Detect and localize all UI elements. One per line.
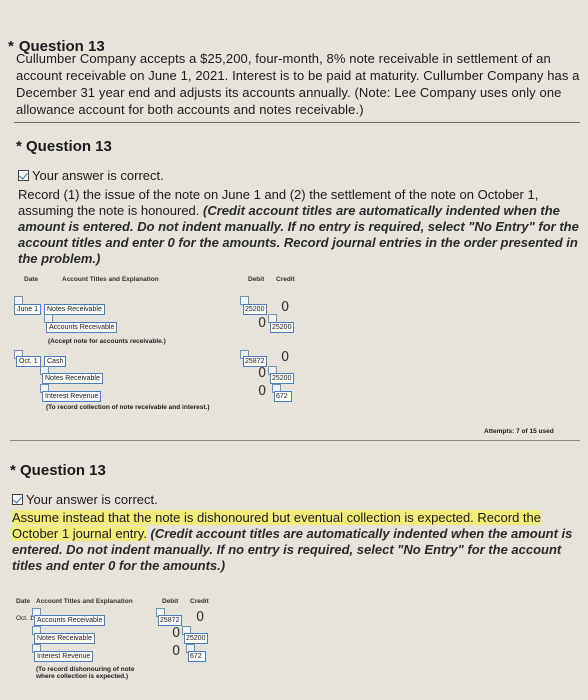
col-account-header: Account Titles and Explanation — [36, 598, 133, 605]
part1-title: * Question 13 — [16, 138, 112, 155]
col-debit-header: Debit — [248, 276, 265, 283]
date-field[interactable]: June 1 — [14, 304, 42, 315]
account-field[interactable]: Notes Receivable — [44, 304, 105, 315]
account-field[interactable]: Accounts Receivable — [34, 615, 106, 626]
col-account-header: Account Titles and Explanation — [62, 276, 159, 283]
question-text: Cullumber Company accepts a $25,200, fou… — [16, 51, 580, 117]
credit-field[interactable]: 0 — [196, 610, 204, 625]
part1-correct-status: Your answer is correct. — [18, 168, 164, 183]
debit-field[interactable]: 25200 — [243, 304, 267, 315]
divider — [10, 440, 580, 441]
divider — [14, 122, 580, 123]
credit-field[interactable]: 672 — [188, 651, 206, 662]
debit-field[interactable]: 0 — [258, 366, 266, 381]
col-debit-header: Debit — [162, 598, 179, 605]
credit-field[interactable]: 0 — [281, 350, 289, 365]
required-star: * — [16, 138, 22, 155]
debit-field[interactable]: 0 — [258, 316, 266, 331]
required-star: * — [10, 462, 16, 479]
credit-field[interactable]: 0 — [281, 300, 289, 315]
entry-explanation: (Accept note for accounts receivable.) — [48, 338, 166, 345]
checkmark-icon — [12, 494, 23, 505]
col-date-header: Date — [24, 276, 39, 283]
attempts-counter: Attempts: 7 of 15 used — [484, 428, 554, 435]
credit-field[interactable]: 672 — [274, 391, 292, 402]
credit-field[interactable]: 25200 — [270, 373, 294, 384]
part2-title: * Question 13 — [10, 462, 106, 479]
required-star: * — [8, 38, 14, 55]
part2-correct-status: Your answer is correct. — [12, 492, 158, 507]
debit-field[interactable]: 25872 — [158, 615, 182, 626]
debit-field[interactable]: 0 — [172, 626, 180, 641]
col-date-header: Date — [16, 598, 31, 605]
account-field[interactable]: Notes Receivable — [42, 373, 103, 384]
checkmark-icon — [18, 170, 29, 181]
entry-explanation: (To record collection of note receivable… — [46, 404, 210, 411]
account-field[interactable]: Interest Revenue — [34, 651, 94, 662]
account-field[interactable]: Accounts Receivable — [46, 322, 118, 333]
col-credit-header: Credit — [190, 598, 209, 605]
date-field[interactable]: Oct. 1 — [16, 356, 41, 367]
account-field[interactable]: Interest Revenue — [42, 391, 102, 402]
credit-field[interactable]: 25200 — [184, 633, 208, 644]
part2-instructions: Assume instead that the note is dishonou… — [12, 510, 573, 573]
debit-field[interactable]: 0 — [172, 644, 180, 659]
col-credit-header: Credit — [276, 276, 295, 283]
debit-field[interactable]: 0 — [258, 384, 266, 399]
entry-explanation: (To record dishonouring of note where co… — [36, 666, 135, 680]
date-field[interactable]: Oct. 1 — [16, 615, 33, 622]
part1-instructions: Record (1) the issue of the note on June… — [18, 187, 579, 266]
account-field[interactable]: Notes Receivable — [34, 633, 95, 644]
credit-field[interactable]: 25200 — [270, 322, 294, 333]
